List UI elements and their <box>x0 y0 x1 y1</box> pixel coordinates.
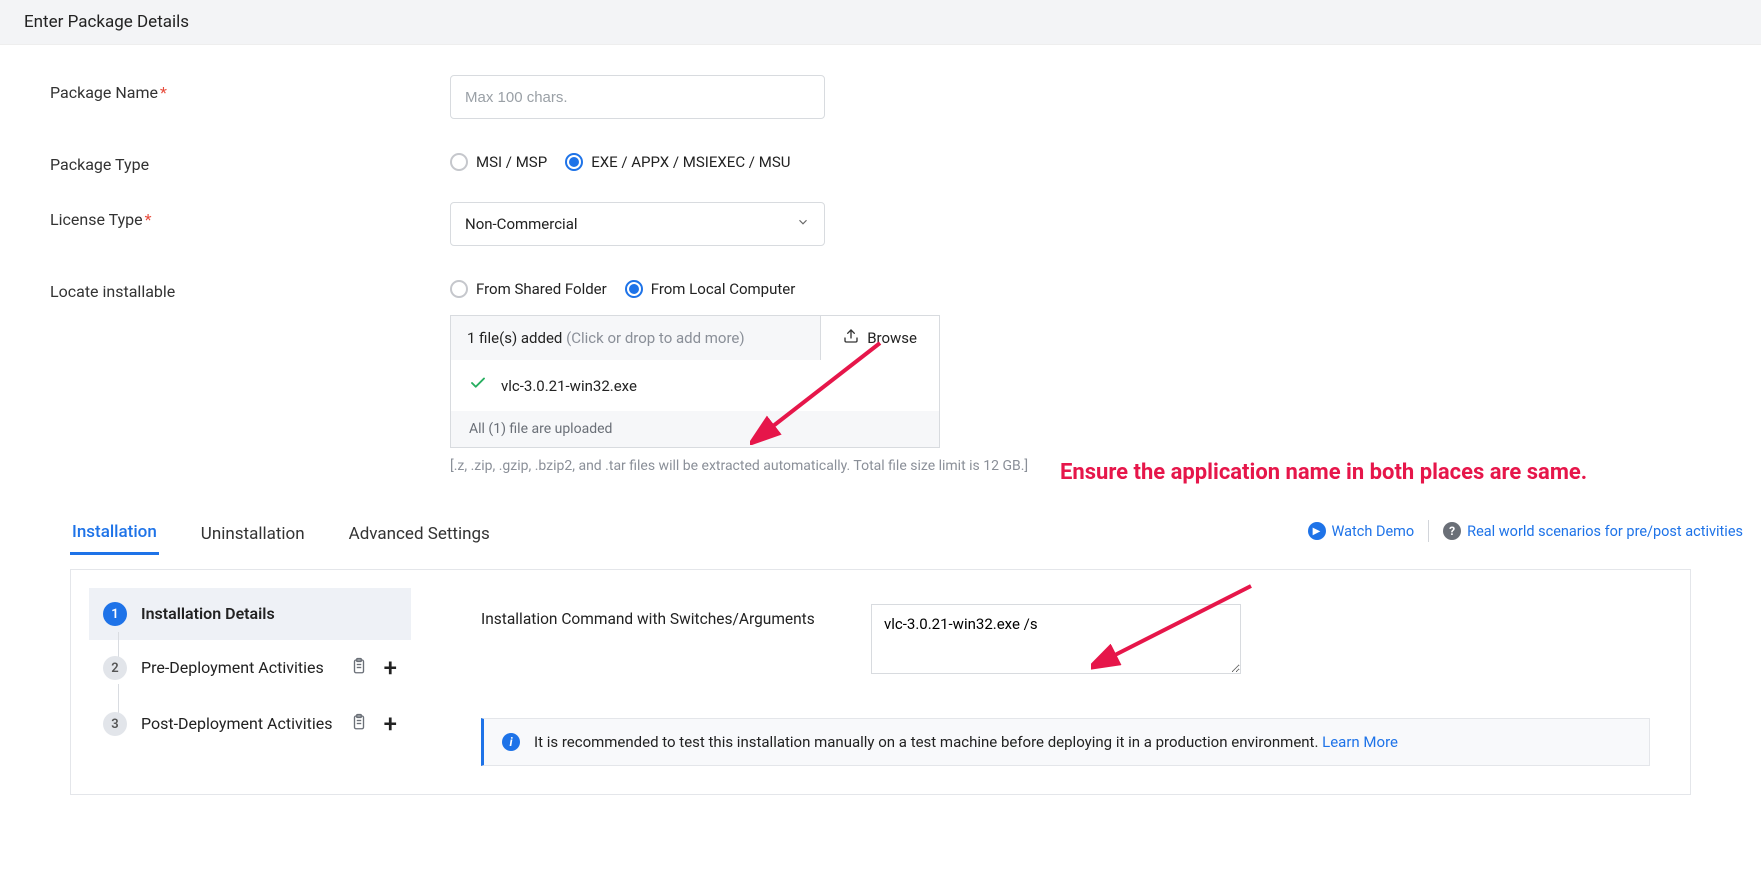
panel-main: Installation Command with Switches/Argum… <box>411 570 1690 794</box>
radio-label: From Shared Folder <box>476 280 607 298</box>
command-row: Installation Command with Switches/Argum… <box>481 604 1650 674</box>
radio-icon <box>450 280 468 298</box>
step-number-badge: 3 <box>103 712 127 736</box>
upload-icon <box>843 328 859 348</box>
step-label: Pre-Deployment Activities <box>141 657 336 679</box>
add-post-deployment-button[interactable]: + <box>384 710 397 738</box>
radio-label: MSI / MSP <box>476 153 547 171</box>
help-icon: ? <box>1443 522 1461 540</box>
label-text: Package Name <box>50 83 158 102</box>
upload-dropzone[interactable]: 1 file(s) added (Click or drop to add mo… <box>451 317 761 359</box>
form-area: Package Name* Package Type MSI / MSP EXE… <box>0 45 1761 512</box>
select-value: Non-Commercial <box>465 215 578 233</box>
step-number-badge: 2 <box>103 656 127 680</box>
label-license-type: License Type* <box>50 202 450 229</box>
upload-header: 1 file(s) added (Click or drop to add mo… <box>451 316 939 360</box>
required-marker: * <box>145 210 152 229</box>
radio-local-computer[interactable]: From Local Computer <box>625 280 796 298</box>
play-icon: ▶ <box>1308 522 1326 540</box>
add-pre-deployment-button[interactable]: + <box>384 654 397 682</box>
step-installation-details[interactable]: 1 Installation Details <box>89 588 411 640</box>
row-package-name: Package Name* <box>50 75 1711 119</box>
radio-icon <box>450 153 468 171</box>
step-label: Installation Details <box>141 603 397 625</box>
separator <box>1428 520 1429 542</box>
step-label: Post-Deployment Activities <box>141 713 336 735</box>
annotation-text: Ensure the application name in both plac… <box>1060 460 1587 485</box>
uploaded-file-name: vlc-3.0.21-win32.exe <box>501 377 637 395</box>
tab-uninstallation[interactable]: Uninstallation <box>199 514 307 554</box>
tab-advanced-settings[interactable]: Advanced Settings <box>347 514 492 554</box>
row-license-type: License Type* Non-Commercial <box>50 202 1711 246</box>
step-post-deployment[interactable]: 3 Post-Deployment Activities + <box>89 696 411 752</box>
clipboard-icon <box>350 712 368 737</box>
info-message: It is recommended to test this installat… <box>534 733 1322 751</box>
package-type-radio-group: MSI / MSP EXE / APPX / MSIEXEC / MSU <box>450 147 1711 171</box>
browse-label: Browse <box>867 329 917 347</box>
files-added-count: 1 file(s) added <box>467 329 566 347</box>
label-text: License Type <box>50 210 143 229</box>
tab-installation[interactable]: Installation <box>70 512 159 555</box>
radio-msi-msp[interactable]: MSI / MSP <box>450 153 547 171</box>
tabs-section: Installation Uninstallation Advanced Set… <box>0 512 1761 555</box>
locate-radio-group: From Shared Folder From Local Computer <box>450 274 1711 298</box>
info-text: It is recommended to test this installat… <box>534 733 1398 751</box>
link-label: Real world scenarios for pre/post activi… <box>1467 523 1743 540</box>
chevron-down-icon <box>796 215 810 233</box>
label-locate-installable: Locate installable <box>50 274 450 301</box>
label-package-name: Package Name* <box>50 75 450 102</box>
installation-command-input[interactable] <box>871 604 1241 674</box>
upload-footer: All (1) file are uploaded <box>451 411 939 447</box>
watch-demo-link[interactable]: ▶ Watch Demo <box>1308 522 1415 540</box>
row-package-type: Package Type MSI / MSP EXE / APPX / MSIE… <box>50 147 1711 174</box>
command-label: Installation Command with Switches/Argum… <box>481 604 821 628</box>
clipboard-icon <box>350 656 368 681</box>
radio-icon <box>565 153 583 171</box>
installation-panel: 1 Installation Details 2 Pre-Deployment … <box>70 569 1691 795</box>
row-locate-installable: Locate installable From Shared Folder Fr… <box>50 274 1711 301</box>
label-package-type: Package Type <box>50 147 450 174</box>
info-bar: i It is recommended to test this install… <box>481 718 1650 766</box>
radio-exe-appx[interactable]: EXE / APPX / MSIEXEC / MSU <box>565 153 790 171</box>
radio-shared-folder[interactable]: From Shared Folder <box>450 280 607 298</box>
package-name-input[interactable] <box>450 75 825 119</box>
check-icon <box>469 374 487 397</box>
radio-icon <box>625 280 643 298</box>
row-upload: 1 file(s) added (Click or drop to add mo… <box>50 315 1711 474</box>
scenarios-link[interactable]: ? Real world scenarios for pre/post acti… <box>1443 522 1743 540</box>
browse-button[interactable]: Browse <box>820 316 939 360</box>
license-type-select[interactable]: Non-Commercial <box>450 202 825 246</box>
radio-label: From Local Computer <box>651 280 796 298</box>
page-title: Enter Package Details <box>0 0 1761 45</box>
tabs-links: ▶ Watch Demo ? Real world scenarios for … <box>1308 520 1743 542</box>
upload-hint: (Click or drop to add more) <box>566 329 744 347</box>
link-label: Watch Demo <box>1332 523 1415 540</box>
upload-box: 1 file(s) added (Click or drop to add mo… <box>450 315 940 448</box>
required-marker: * <box>160 83 167 102</box>
step-pre-deployment[interactable]: 2 Pre-Deployment Activities + <box>89 640 411 696</box>
uploaded-file-row: vlc-3.0.21-win32.exe <box>451 360 939 411</box>
learn-more-link[interactable]: Learn More <box>1322 733 1398 751</box>
steps-sidebar: 1 Installation Details 2 Pre-Deployment … <box>71 570 411 794</box>
step-number-badge: 1 <box>103 602 127 626</box>
radio-label: EXE / APPX / MSIEXEC / MSU <box>591 153 790 171</box>
info-icon: i <box>502 733 520 751</box>
